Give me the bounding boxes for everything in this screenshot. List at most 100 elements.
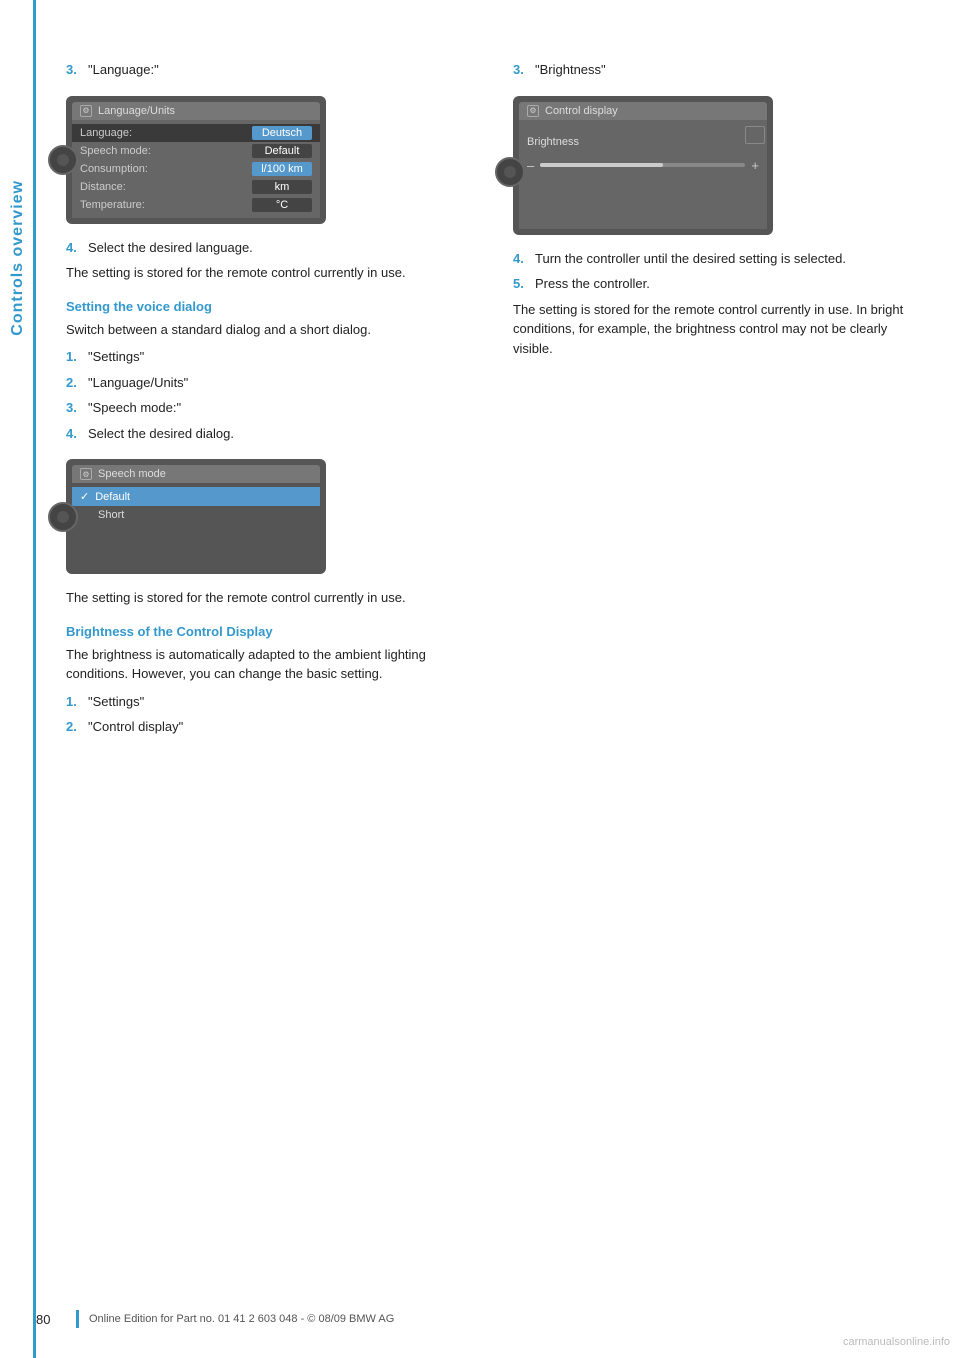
- brightness-step-2-num: 2.: [66, 717, 82, 737]
- footer-text: Online Edition for Part no. 01 41 2 603 …: [89, 1313, 394, 1325]
- voice-step-1-num: 1.: [66, 347, 82, 367]
- voice-step-1: 1. "Settings": [66, 347, 473, 367]
- brightness-fill: [540, 163, 663, 167]
- language-row-0: Language: Deutsch: [72, 124, 320, 142]
- language-value-4: °C: [252, 198, 312, 212]
- brightness-step-2: 2. "Control display": [66, 717, 473, 737]
- speech-screen-padding: [72, 524, 320, 564]
- sidebar-label: Controls overview: [9, 180, 27, 336]
- language-screen-title-bar: ⚙ Language/Units: [72, 102, 320, 120]
- controller-inner: [57, 154, 69, 166]
- speech-row-short: Short: [72, 506, 320, 524]
- controller-knob-brightness: [495, 157, 525, 187]
- step-3-text: "Language:": [88, 60, 159, 80]
- brightness-minus-icon: –: [527, 158, 534, 173]
- speech-screen-title: Speech mode: [98, 468, 166, 480]
- brightness-screen: ⚙ Control display Brightness – +: [513, 96, 773, 235]
- voice-step-4-text: Select the desired dialog.: [88, 424, 234, 444]
- speech-mode-screen: ⚙ Speech mode ✓ Default Short: [66, 459, 326, 574]
- step-4-text: Select the desired language.: [88, 238, 253, 258]
- checkmark-icon: ✓: [80, 490, 89, 503]
- brightness-menu-button: [745, 126, 765, 144]
- step-4-brightness-num: 4.: [513, 249, 529, 269]
- language-screen-body: Language: Deutsch Speech mode: Default C…: [72, 120, 320, 218]
- language-label-4: Temperature:: [80, 199, 252, 211]
- step-5-brightness-num: 5.: [513, 274, 529, 294]
- brightness-screen-title: Control display: [545, 105, 618, 117]
- voice-step-1-text: "Settings": [88, 347, 144, 367]
- sidebar-bar: [33, 0, 36, 1358]
- brightness-plus-icon: +: [751, 158, 759, 173]
- speech-row-default: ✓ Default: [72, 487, 320, 506]
- speech-option-short: Short: [98, 509, 124, 521]
- left-column: 3. "Language:" ⚙ Language/Units Language…: [66, 60, 473, 743]
- language-label-3: Distance:: [80, 181, 252, 193]
- language-label-0: Language:: [80, 127, 252, 139]
- language-screen-wrapper: ⚙ Language/Units Language: Deutsch Speec…: [66, 86, 326, 238]
- speech-option-default: Default: [95, 491, 130, 503]
- step-3-language: 3. "Language:": [66, 60, 473, 80]
- para-language-stored: The setting is stored for the remote con…: [66, 263, 473, 283]
- controller-knob-language: [48, 145, 78, 175]
- step-4-brightness: 4. Turn the controller until the desired…: [513, 249, 920, 269]
- language-value-0: Deutsch: [252, 126, 312, 140]
- settings-icon: ⚙: [80, 105, 92, 117]
- step-4-brightness-text: Turn the controller until the desired se…: [535, 249, 846, 269]
- voice-step-2: 2. "Language/Units": [66, 373, 473, 393]
- language-row-3: Distance: km: [72, 178, 320, 196]
- speech-screen-wrapper: ⚙ Speech mode ✓ Default Short: [66, 449, 326, 588]
- voice-step-3: 3. "Speech mode:": [66, 398, 473, 418]
- step-3-brightness-num: 3.: [513, 60, 529, 80]
- speech-screen-title-bar: ⚙ Speech mode: [72, 465, 320, 483]
- para-speech-stored: The setting is stored for the remote con…: [66, 588, 473, 608]
- language-screen-title: Language/Units: [98, 105, 175, 117]
- voice-step-3-num: 3.: [66, 398, 82, 418]
- voice-step-4: 4. Select the desired dialog.: [66, 424, 473, 444]
- section-voice-intro: Switch between a standard dialog and a s…: [66, 320, 473, 340]
- language-value-1: Default: [252, 144, 312, 158]
- brightness-body: Brightness – +: [519, 120, 767, 229]
- voice-step-3-text: "Speech mode:": [88, 398, 181, 418]
- voice-step-4-num: 4.: [66, 424, 82, 444]
- step-5-brightness-text: Press the controller.: [535, 274, 650, 294]
- controller-inner-brightness: [504, 166, 516, 178]
- brightness-icon: ⚙: [527, 105, 539, 117]
- controller-knob-speech: [48, 502, 78, 532]
- language-value-3: km: [252, 180, 312, 194]
- brightness-slider-row: – +: [527, 158, 759, 173]
- language-row-2: Consumption: l/100 km: [72, 160, 320, 178]
- language-label-1: Speech mode:: [80, 145, 252, 157]
- brightness-padding: [527, 183, 759, 213]
- language-label-2: Consumption:: [80, 163, 252, 175]
- speech-screen-body: ✓ Default Short: [72, 483, 320, 568]
- step-3-brightness: 3. "Brightness": [513, 60, 920, 80]
- brightness-track: [540, 163, 745, 167]
- language-row-1: Speech mode: Default: [72, 142, 320, 160]
- brightness-step-2-text: "Control display": [88, 717, 183, 737]
- brightness-label: Brightness: [527, 136, 759, 148]
- language-row-4: Temperature: °C: [72, 196, 320, 214]
- para-brightness-stored: The setting is stored for the remote con…: [513, 300, 920, 359]
- step-5-brightness: 5. Press the controller.: [513, 274, 920, 294]
- step-4-num: 4.: [66, 238, 82, 258]
- speech-icon: ⚙: [80, 468, 92, 480]
- step-4-language: 4. Select the desired language.: [66, 238, 473, 258]
- brightness-step-1: 1. "Settings": [66, 692, 473, 712]
- voice-step-2-num: 2.: [66, 373, 82, 393]
- step-3-num: 3.: [66, 60, 82, 80]
- voice-step-2-text: "Language/Units": [88, 373, 188, 393]
- brightness-heading: Brightness of the Control Display: [66, 624, 473, 639]
- brightness-step-1-num: 1.: [66, 692, 82, 712]
- columns: 3. "Language:" ⚙ Language/Units Language…: [66, 60, 920, 743]
- brightness-screen-wrapper: ⚙ Control display Brightness – +: [513, 86, 773, 249]
- main-content: 3. "Language:" ⚙ Language/Units Language…: [36, 0, 960, 1358]
- right-column: 3. "Brightness" ⚙ Control display Bright…: [513, 60, 920, 743]
- page-number: 80: [36, 1312, 66, 1327]
- watermark: carmanualsonline.info: [843, 1336, 950, 1348]
- footer: 80 Online Edition for Part no. 01 41 2 6…: [36, 1310, 960, 1328]
- controller-inner-speech: [57, 511, 69, 523]
- sidebar: Controls overview: [0, 0, 36, 1358]
- footer-bar: [76, 1310, 79, 1328]
- section-voice-heading: Setting the voice dialog: [66, 299, 473, 314]
- language-value-2: l/100 km: [252, 162, 312, 176]
